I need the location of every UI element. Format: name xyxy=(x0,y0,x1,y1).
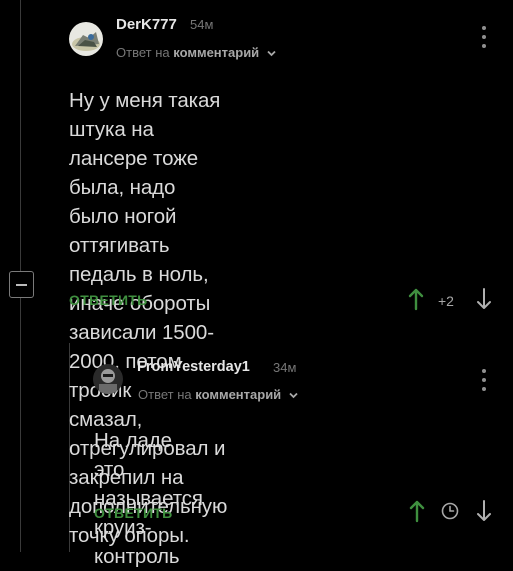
kebab-menu-icon[interactable] xyxy=(481,369,487,391)
kebab-menu-icon[interactable] xyxy=(481,26,487,48)
collapse-minus-icon xyxy=(16,283,27,286)
reply-to-link[interactable]: Ответ на комментарий xyxy=(138,387,298,402)
avatar-image xyxy=(93,364,123,394)
comment-line: педаль в ноль, иначе обороты xyxy=(69,263,211,315)
reply-to-target: комментарий xyxy=(195,387,282,402)
reply-to-prefix: Ответ на xyxy=(116,45,170,60)
username[interactable]: DerK777 xyxy=(116,16,177,33)
comment-line: На ладе это называется xyxy=(94,429,203,510)
comment-time: 54м xyxy=(190,17,214,32)
comment-line: Ну у меня такая штука на лансере тоже xyxy=(69,89,221,170)
comment-line: была, надо было ногой оттягивать xyxy=(69,176,177,257)
collapse-thread-button[interactable] xyxy=(9,271,34,298)
comment-body: На ладе это называется круиз-контроль xyxy=(94,426,203,571)
chevron-down-icon xyxy=(289,390,298,402)
comment-line: круиз-контроль xyxy=(94,516,180,568)
arrow-up-icon[interactable] xyxy=(409,499,425,528)
clock-icon xyxy=(441,502,459,525)
avatar-image xyxy=(69,22,103,56)
arrow-down-icon[interactable] xyxy=(476,287,492,316)
reply-to-link[interactable]: Ответ на комментарий xyxy=(116,45,276,60)
arrow-up-icon[interactable] xyxy=(408,287,424,316)
thread-line-main xyxy=(20,0,21,271)
reply-button[interactable]: ОТВЕТИТЬ xyxy=(69,292,148,308)
reply-button[interactable]: ОТВЕТИТЬ xyxy=(94,505,173,521)
comment-time: 34м xyxy=(273,360,297,375)
arrow-down-icon[interactable] xyxy=(476,499,492,528)
thread-line-main-lower xyxy=(20,296,21,552)
avatar[interactable] xyxy=(93,364,123,394)
reply-to-target: комментарий xyxy=(173,45,260,60)
reply-to-prefix: Ответ на xyxy=(138,387,192,402)
username[interactable]: FromYesterday1 xyxy=(137,359,250,375)
rating-value: +2 xyxy=(438,293,454,309)
avatar[interactable] xyxy=(69,22,103,56)
chevron-down-icon xyxy=(267,48,276,60)
